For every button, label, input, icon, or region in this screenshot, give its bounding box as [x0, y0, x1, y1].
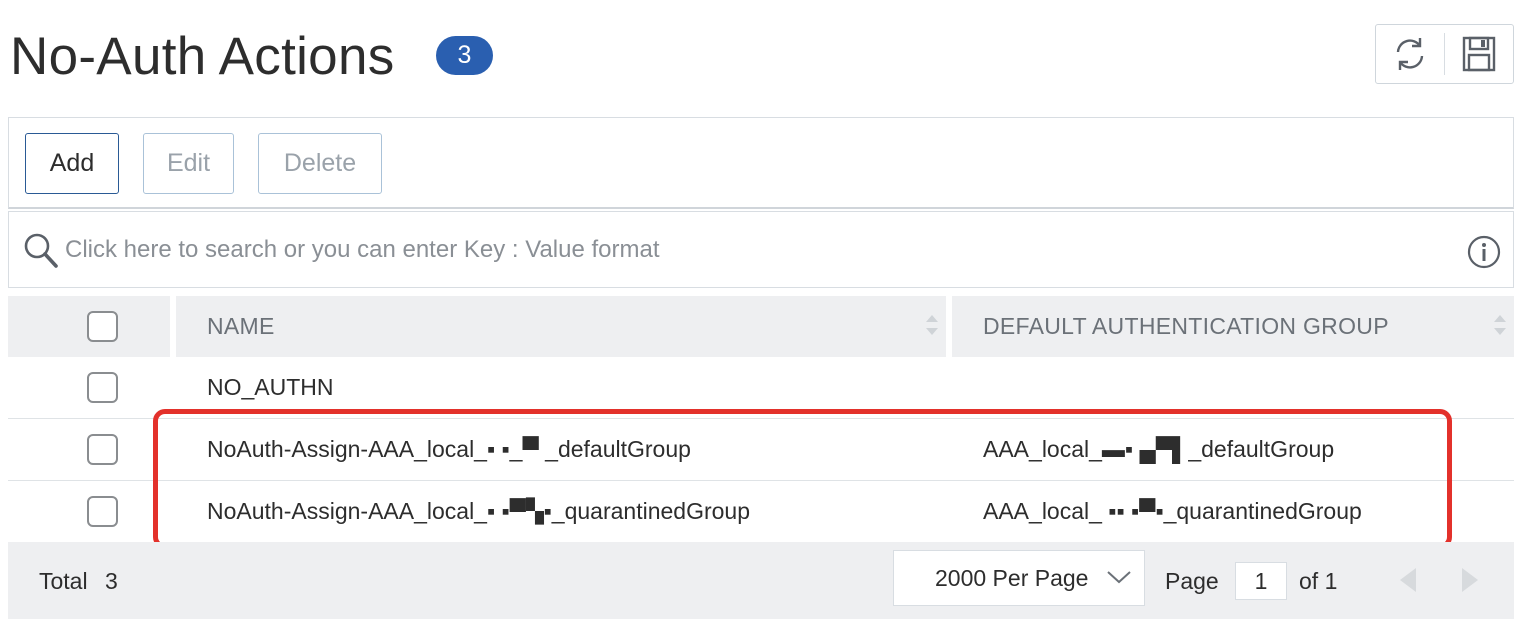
cell-default-group: AAA_local_▬▪ ▄▀▌_defaultGroup — [983, 436, 1335, 462]
table-row[interactable]: NoAuth-Assign-AAA_local_▪ ▪_▀ _defaultGr… — [8, 419, 1514, 481]
page-title: No-Auth Actions — [10, 27, 395, 86]
sort-icon[interactable] — [1493, 312, 1507, 338]
refresh-button[interactable] — [1376, 25, 1444, 83]
total-label: Total — [39, 568, 88, 594]
previous-page-icon[interactable] — [1396, 566, 1420, 594]
page-count-label: of 1 — [1299, 568, 1338, 594]
header-select-cell — [8, 296, 170, 357]
cell-name: NO_AUTHN — [207, 374, 334, 400]
column-header-default-group[interactable]: DEFAULT AUTHENTICATION GROUP — [952, 296, 1514, 357]
total-count: 3 — [105, 568, 118, 594]
sort-icon[interactable] — [925, 312, 939, 338]
column-header-label: DEFAULT AUTHENTICATION GROUP — [983, 313, 1389, 339]
refresh-icon — [1396, 38, 1424, 70]
cell-name: NoAuth-Assign-AAA_local_▪ ▪_▀ _defaultGr… — [207, 436, 691, 462]
page-number-input[interactable] — [1235, 562, 1287, 600]
save-icon — [1462, 36, 1496, 72]
delete-button[interactable]: Delete — [258, 133, 382, 194]
add-button[interactable]: Add — [25, 133, 119, 194]
info-icon[interactable] — [1467, 235, 1501, 269]
cell-name: NoAuth-Assign-AAA_local_▪ ▪▀▚▪_quarantin… — [207, 498, 751, 524]
table-row[interactable]: NO_AUTHN — [8, 357, 1514, 419]
row-checkbox[interactable] — [87, 434, 118, 465]
row-checkbox[interactable] — [87, 372, 118, 403]
per-page-select[interactable]: 2000 Per Page — [893, 550, 1145, 606]
column-header-label: NAME — [207, 313, 275, 339]
cell-default-group: AAA_local_ ▪▪ ▪▀▪_quarantinedGroup — [983, 498, 1362, 524]
column-header-name[interactable]: NAME — [176, 296, 946, 357]
search-icon — [24, 233, 58, 268]
table-row[interactable]: NoAuth-Assign-AAA_local_▪ ▪▀▚▪_quarantin… — [8, 481, 1514, 543]
action-toolbar: Add Edit Delete — [8, 117, 1514, 209]
page-label: Page — [1165, 568, 1219, 594]
search-bar — [8, 211, 1514, 288]
row-checkbox[interactable] — [87, 496, 118, 527]
search-input[interactable] — [65, 230, 1445, 270]
page-tools — [1375, 24, 1514, 84]
select-all-checkbox[interactable] — [87, 311, 118, 342]
chevron-down-icon — [1107, 571, 1131, 584]
per-page-value: 2000 Per Page — [935, 564, 1089, 591]
count-badge: 3 — [436, 36, 493, 75]
next-page-icon[interactable] — [1458, 566, 1482, 594]
edit-button[interactable]: Edit — [143, 133, 234, 194]
table-footer: Total 3 2000 Per Page Page of 1 — [8, 542, 1514, 619]
save-button[interactable] — [1445, 25, 1513, 83]
